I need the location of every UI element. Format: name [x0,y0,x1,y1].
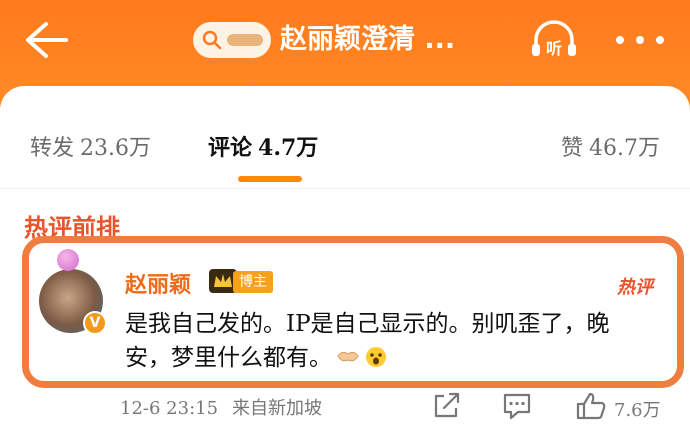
more-dot-icon [616,36,624,44]
tab-forward-count: 23.6万 [80,136,152,161]
tab-like[interactable]: 赞 46.7万 [561,130,660,162]
back-button[interactable] [22,18,72,62]
like-count: 7.6万 [614,400,661,421]
hot-comment-tag: 热评 [617,277,653,298]
active-tab-indicator [238,176,302,182]
search-pill[interactable] [193,22,271,58]
reply-icon[interactable] [500,390,534,422]
search-placeholder-blur [227,34,263,46]
tab-comment[interactable]: 评论 4.7万 [208,130,318,162]
username[interactable]: 赵丽颖 [125,267,191,299]
balloon-decoration-icon [57,249,79,271]
back-arrow-icon [26,22,68,58]
blogger-badge: 博主 [233,271,273,293]
tab-bar: 转发 23.6万 评论 4.7万 赞 46.7万 [0,112,690,180]
tab-forward[interactable]: 转发 23.6万 [30,130,151,162]
shocked-face-emoji-icon [366,347,386,367]
listen-button[interactable]: 听 [528,18,580,62]
comment-body: 是我自己发的。IP是自己显示的。别叽歪了，晚安，梦里什么都有。 [125,307,645,375]
more-dot-icon [656,36,664,44]
tab-comment-count: 4.7万 [258,135,319,161]
more-dot-icon [636,36,644,44]
comment-meta: 12-6 23:15 来自新加坡 [120,394,322,420]
listen-label: 听 [546,39,562,58]
page-title: 赵丽颖澄清 ... [280,24,456,55]
tab-forward-label: 转发 [30,136,75,161]
tab-comment-label: 评论 [208,135,253,161]
divider [0,188,690,189]
thumbs-up-icon[interactable] [574,390,608,422]
headphones-icon: 听 [532,20,576,58]
comment-time: 12-6 23:15 [120,398,219,419]
verified-badge: V [83,311,107,335]
comment-card[interactable]: V 赵丽颖 博主 热评 是我自己发的。IP是自己显示的。别叽歪了，晚安，梦里什么… [22,236,684,388]
comment-source: 来自新加坡 [232,398,323,419]
tab-like-label: 赞 [560,136,583,161]
tab-like-count: 46.7万 [589,136,660,161]
share-icon[interactable] [430,390,464,422]
avatar[interactable]: V [39,249,107,335]
handshake-emoji-icon [337,351,359,362]
search-icon [202,30,222,50]
more-button[interactable] [612,18,668,62]
